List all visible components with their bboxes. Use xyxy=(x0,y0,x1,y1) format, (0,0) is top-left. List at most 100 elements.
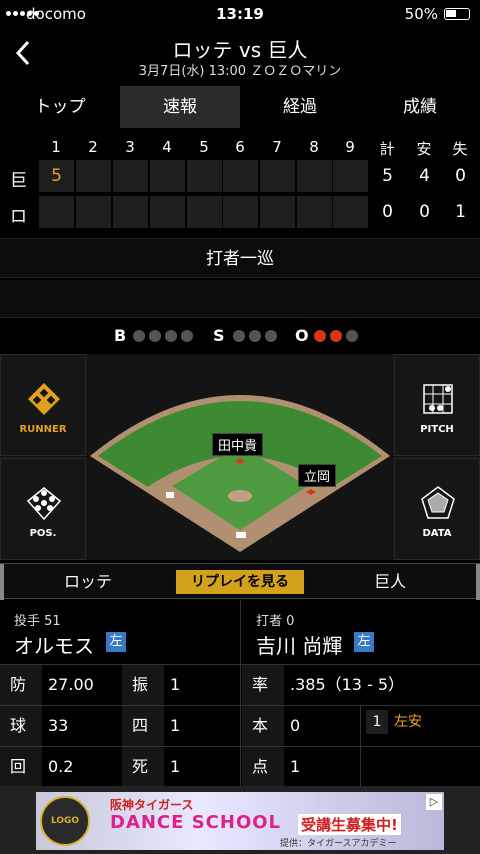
hbp-label: 死 xyxy=(122,747,164,787)
tab-live[interactable]: 速報 xyxy=(120,86,240,128)
tab-stats[interactable]: 成績 xyxy=(360,86,480,128)
total-runs: 5 xyxy=(382,166,393,186)
out-indicator xyxy=(314,330,326,342)
positions-button[interactable]: POS. xyxy=(0,458,86,560)
rbi-value: 1 xyxy=(290,757,301,776)
runs-header: 計 xyxy=(379,140,395,158)
pitch-grid-icon xyxy=(423,384,453,414)
ad-line-4: 提供：タイガースアカデミー xyxy=(280,839,397,849)
innings-value: 0.2 xyxy=(48,757,74,776)
strikes-label: S xyxy=(213,326,225,345)
hits-header: 安 xyxy=(416,140,432,158)
innings-label: 回 xyxy=(0,747,42,787)
pitch-button[interactable]: PITCH xyxy=(394,354,480,456)
out-indicator xyxy=(346,330,358,342)
team-abbr: ロ xyxy=(10,207,27,227)
strike-indicator xyxy=(249,330,261,342)
divider xyxy=(360,705,361,786)
total-runs: 0 xyxy=(382,202,393,222)
strike-indicator xyxy=(265,330,277,342)
inning-score xyxy=(113,196,148,228)
ad-info-icon[interactable]: ▷ xyxy=(426,794,442,810)
errors-header: 失 xyxy=(452,140,468,158)
ad-logo: LOGO xyxy=(40,796,90,846)
pitch-label: PITCH xyxy=(420,424,454,435)
avg-label: 率 xyxy=(242,665,284,705)
scoreboard-row-home: ロ 0 0 1 xyxy=(0,196,480,228)
inning-3-header: 3 xyxy=(125,138,135,156)
scoreboard-row-away: 巨 5 5 4 0 xyxy=(0,160,480,192)
radar-chart-icon xyxy=(421,486,455,519)
tab-bar: トップ 速報 経過 成績 xyxy=(0,86,480,128)
ad-banner-area: LOGO 阪神タイガース DANCE SCHOOL 受講生募集中! 提供：タイガ… xyxy=(0,786,480,854)
pitcher-role: 投手 51 xyxy=(14,614,61,629)
era-value: 27.00 xyxy=(48,675,94,694)
inning-6-header: 6 xyxy=(235,138,245,156)
inning-score: 5 xyxy=(39,160,74,192)
inning-score xyxy=(260,160,295,192)
baseball-field xyxy=(90,395,390,552)
battery-percent: 50% xyxy=(404,5,438,23)
play-sub-banner xyxy=(0,280,480,318)
inning-9-header: 9 xyxy=(345,138,355,156)
inning-score xyxy=(150,160,185,192)
team-bar-edge xyxy=(476,564,480,600)
inning-score xyxy=(39,196,74,228)
walks-label: 四 xyxy=(122,706,164,746)
rbi-label: 点 xyxy=(242,747,284,787)
inning-7-header: 7 xyxy=(272,138,282,156)
inning-score xyxy=(333,196,368,228)
runner-icon xyxy=(28,383,60,415)
inning-score xyxy=(113,160,148,192)
play-banner: 打者一巡 xyxy=(0,238,480,278)
out-indicator xyxy=(330,330,342,342)
strike-indicator xyxy=(233,330,245,342)
inning-score xyxy=(76,160,111,192)
data-button[interactable]: DATA xyxy=(394,458,480,560)
data-label: DATA xyxy=(422,528,452,539)
balls-label: B xyxy=(114,326,127,345)
battery-area: 50% xyxy=(405,5,470,23)
strikeouts-value: 1 xyxy=(170,675,181,694)
replay-button[interactable]: リプレイを見る xyxy=(176,570,304,594)
field-area: RUNNER POS. PITCH DATA 田中貴 立岡 xyxy=(0,354,480,560)
inning-score xyxy=(297,160,332,192)
ball-indicator xyxy=(165,330,177,342)
inning-score xyxy=(333,160,368,192)
home-team-tab[interactable]: ロッテ xyxy=(64,564,112,600)
inning-score xyxy=(187,196,222,228)
scoreboard-header: 1 2 3 4 5 6 7 8 9 計 安 失 xyxy=(0,138,480,158)
inning-score xyxy=(260,196,295,228)
ball-count: B S O xyxy=(0,326,480,346)
positions-icon xyxy=(26,487,62,521)
runner-label: RUNNER xyxy=(19,424,67,435)
inning-score xyxy=(223,160,258,192)
total-hits: 0 xyxy=(419,202,430,222)
batter-hand-badge: 左 xyxy=(354,632,374,652)
avg-value: .385（13 - 5） xyxy=(290,675,405,694)
matchup: 投手 51 オルモス 左 打者 0 吉川 尚輝 左 xyxy=(0,600,480,664)
outs-label: O xyxy=(295,326,309,345)
total-hits: 4 xyxy=(419,166,430,186)
positions-label: POS. xyxy=(29,528,57,539)
pitches-value: 33 xyxy=(48,716,69,735)
inning-score xyxy=(223,196,258,228)
inning-score xyxy=(297,196,332,228)
status-bar: docomo 13:19 50% xyxy=(0,0,480,28)
inning-2-header: 2 xyxy=(88,138,98,156)
battery-icon xyxy=(444,8,470,20)
ad-banner[interactable]: LOGO 阪神タイガース DANCE SCHOOL 受講生募集中! 提供：タイガ… xyxy=(36,792,444,850)
pitcher-name[interactable]: オルモス xyxy=(14,630,94,659)
ball-indicator xyxy=(133,330,145,342)
away-team-tab[interactable]: 巨人 xyxy=(374,564,406,600)
tab-top[interactable]: トップ xyxy=(0,86,120,128)
inning-1-header: 1 xyxy=(51,138,61,156)
total-errors: 1 xyxy=(455,202,466,222)
runner-button[interactable]: RUNNER xyxy=(0,354,86,456)
team-abbr: 巨 xyxy=(10,171,27,191)
batter-role: 打者 0 xyxy=(256,614,295,629)
tab-progress[interactable]: 経過 xyxy=(240,86,360,128)
inning-score xyxy=(76,196,111,228)
batter-name[interactable]: 吉川 尚輝 xyxy=(256,630,342,659)
team-bar-edge xyxy=(0,564,4,600)
